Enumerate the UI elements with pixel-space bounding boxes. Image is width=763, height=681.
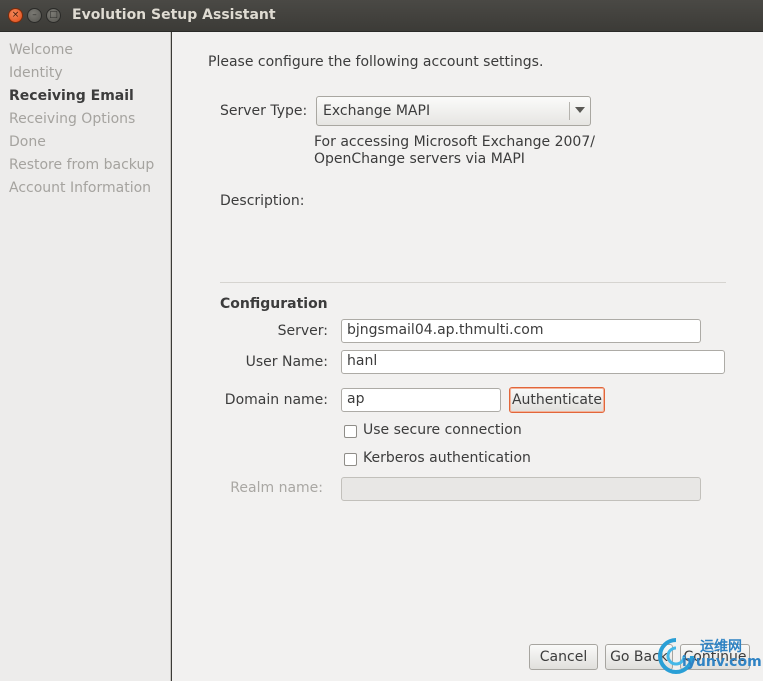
minimize-icon[interactable]: – bbox=[27, 8, 42, 23]
main-panel: Please configure the following account s… bbox=[172, 32, 763, 681]
server-input[interactable]: bjngsmail04.ap.thmulti.com bbox=[341, 319, 701, 343]
sidebar-item-welcome: Welcome bbox=[9, 42, 74, 58]
cancel-button[interactable]: Cancel bbox=[529, 644, 598, 670]
minimize-glyph: – bbox=[32, 10, 37, 20]
kerberos-checkbox[interactable] bbox=[344, 453, 357, 466]
kerberos-label: Kerberos authentication bbox=[363, 450, 531, 466]
server-type-dropdown[interactable]: Exchange MAPI bbox=[316, 96, 591, 126]
server-type-help-line2: OpenChange servers via MAPI bbox=[314, 151, 525, 167]
sidebar-item-restore-from-backup: Restore from backup bbox=[9, 157, 155, 173]
domain-name-label: Domain name: bbox=[224, 392, 328, 408]
title-bar: × – □ Evolution Setup Assistant bbox=[0, 0, 763, 32]
sidebar-item-account-information: Account Information bbox=[9, 180, 152, 196]
username-label: User Name: bbox=[245, 354, 328, 370]
intro-text: Please configure the following account s… bbox=[208, 54, 544, 70]
sidebar-item-done: Done bbox=[9, 134, 46, 150]
assistant-sidebar: Welcome Identity Receiving Email Receivi… bbox=[0, 32, 171, 681]
server-label: Server: bbox=[277, 323, 328, 339]
description-label: Description: bbox=[220, 193, 305, 209]
server-type-help-line1: For accessing Microsoft Exchange 2007/ bbox=[314, 134, 595, 150]
secure-connection-checkbox[interactable] bbox=[344, 425, 357, 438]
realm-name-label: Realm name: bbox=[230, 480, 323, 496]
close-glyph: × bbox=[11, 10, 20, 20]
realm-name-input[interactable] bbox=[341, 477, 701, 501]
secure-connection-label: Use secure connection bbox=[363, 422, 522, 438]
sidebar-item-receiving-email: Receiving Email bbox=[9, 88, 134, 104]
watermark-line2: iyunv.com bbox=[682, 654, 762, 670]
window-title: Evolution Setup Assistant bbox=[72, 7, 276, 23]
watermark-line1: 运维网 bbox=[700, 639, 742, 655]
server-type-value: Exchange MAPI bbox=[323, 103, 431, 119]
username-input[interactable]: hanl bbox=[341, 350, 725, 374]
dropdown-separator bbox=[569, 102, 570, 120]
configuration-heading: Configuration bbox=[220, 296, 328, 312]
server-type-label: Server Type: bbox=[220, 103, 308, 119]
sidebar-item-identity: Identity bbox=[9, 65, 63, 81]
sidebar-item-receiving-options: Receiving Options bbox=[9, 111, 136, 127]
domain-name-input[interactable]: ap bbox=[341, 388, 501, 412]
chevron-down-icon bbox=[575, 107, 585, 113]
maximize-glyph: □ bbox=[49, 10, 58, 20]
watermark: 运维网 iyunv.com bbox=[656, 630, 763, 681]
maximize-icon[interactable]: □ bbox=[46, 8, 61, 23]
authenticate-button[interactable]: Authenticate bbox=[509, 387, 605, 413]
close-icon[interactable]: × bbox=[8, 8, 23, 23]
section-divider bbox=[220, 282, 726, 283]
